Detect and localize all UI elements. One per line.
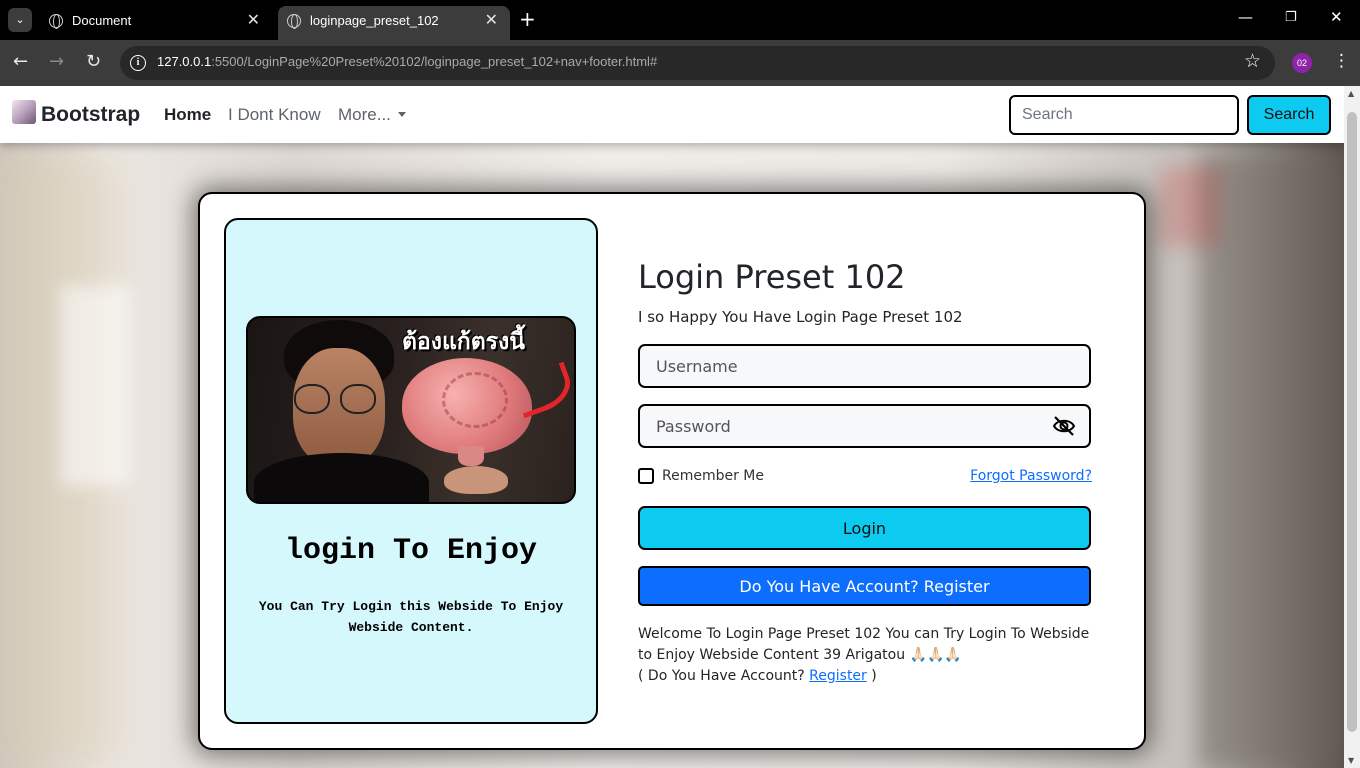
browser-toolbar: ← → ↻ i 127.0.0.1:5500/LoginPage%20Prese…: [0, 40, 1360, 86]
site-info-icon[interactable]: i: [130, 55, 146, 71]
register-button[interactable]: Do You Have Account? Register: [638, 566, 1091, 606]
promo-subtitle: You Can Try Login this Webside To Enjoy …: [258, 599, 564, 635]
scrollbar-thumb[interactable]: [1347, 112, 1357, 732]
nav-dropdown-more[interactable]: More...: [338, 105, 406, 125]
promo-panel: ต้องแก้ตรงนี้ login To Enjoy You Can Try…: [224, 218, 598, 724]
nav-search-button[interactable]: Search: [1247, 95, 1331, 135]
tab-close-icon[interactable]: ✕: [485, 10, 498, 30]
remember-me-checkbox[interactable]: [638, 468, 654, 484]
login-button[interactable]: Login: [638, 506, 1091, 550]
forward-arrow-icon[interactable]: →: [49, 51, 64, 72]
brand-name[interactable]: Bootstrap: [41, 103, 140, 127]
browser-tab-document[interactable]: Document ✕: [40, 6, 272, 40]
background-photo: [1200, 156, 1344, 766]
address-bar[interactable]: i 127.0.0.1:5500/LoginPage%20Preset%2010…: [120, 46, 1275, 80]
red-arrow-icon: [510, 361, 574, 419]
restore-icon[interactable]: ❐: [1285, 10, 1297, 25]
nav-search-input[interactable]: [1009, 95, 1239, 135]
scroll-down-arrow-icon[interactable]: ▼: [1348, 756, 1354, 765]
tab-title: loginpage_preset_102: [310, 13, 439, 28]
brand-logo[interactable]: [12, 100, 36, 124]
background-photo: [1160, 166, 1220, 246]
nav-link-home[interactable]: Home: [164, 105, 211, 125]
site-navbar: Bootstrap Home I Dont Know More... Searc…: [0, 86, 1344, 143]
tab-search-chevron-icon[interactable]: ⌄: [8, 8, 32, 32]
image-glasses: [340, 384, 376, 414]
image-glasses: [294, 384, 330, 414]
scroll-up-arrow-icon[interactable]: ▲: [1348, 89, 1354, 98]
minimize-icon[interactable]: —: [1238, 8, 1253, 26]
new-tab-plus-icon[interactable]: +: [519, 7, 536, 31]
username-input[interactable]: [638, 344, 1091, 388]
tab-close-icon[interactable]: ✕: [247, 10, 260, 30]
page-viewport: Bootstrap Home I Dont Know More... Searc…: [0, 86, 1344, 768]
browser-tab-strip: ⌄ Document ✕ loginpage_preset_102 ✕ + — …: [0, 0, 1360, 40]
browser-tab-loginpage[interactable]: loginpage_preset_102 ✕: [278, 6, 510, 40]
browser-menu-icon[interactable]: ⋮: [1333, 51, 1350, 71]
back-arrow-icon[interactable]: ←: [13, 51, 28, 72]
eye-slash-icon[interactable]: [1052, 415, 1076, 437]
promo-image: ต้องแก้ตรงนี้: [246, 316, 576, 504]
register-link[interactable]: Register: [809, 668, 867, 684]
url-text[interactable]: 127.0.0.1:5500/LoginPage%20Preset%20102/…: [157, 54, 657, 69]
caret-down-icon: [397, 112, 406, 117]
form-subtitle: I so Happy You Have Login Page Preset 10…: [638, 308, 963, 326]
profile-avatar[interactable]: 02: [1292, 53, 1312, 73]
tab-title: Document: [72, 13, 132, 28]
background-photo: [60, 286, 130, 486]
globe-icon: [49, 14, 63, 29]
forgot-password-link[interactable]: Forgot Password?: [970, 468, 1092, 484]
login-card: ต้องแก้ตรงนี้ login To Enjoy You Can Try…: [198, 192, 1146, 750]
image-caption: ต้องแก้ตรงนี้: [402, 329, 525, 355]
reload-icon[interactable]: ↻: [86, 51, 101, 72]
image-hand: [444, 466, 508, 494]
globe-icon: [287, 14, 301, 29]
page-scrollbar[interactable]: ▲ ▼: [1344, 86, 1360, 768]
bookmark-star-icon[interactable]: ☆: [1244, 50, 1261, 72]
image-brain: [402, 358, 532, 454]
form-title: Login Preset 102: [638, 258, 906, 296]
welcome-text: Welcome To Login Page Preset 102 You can…: [638, 626, 1090, 684]
nav-link-i-dont-know[interactable]: I Dont Know: [228, 105, 321, 125]
image-person: [254, 453, 429, 502]
remember-me-label[interactable]: Remember Me: [662, 468, 764, 484]
window-close-icon[interactable]: ✕: [1330, 8, 1343, 26]
password-input[interactable]: [638, 404, 1091, 448]
image-brain: [458, 446, 484, 466]
promo-title: login To Enjoy: [284, 534, 538, 568]
